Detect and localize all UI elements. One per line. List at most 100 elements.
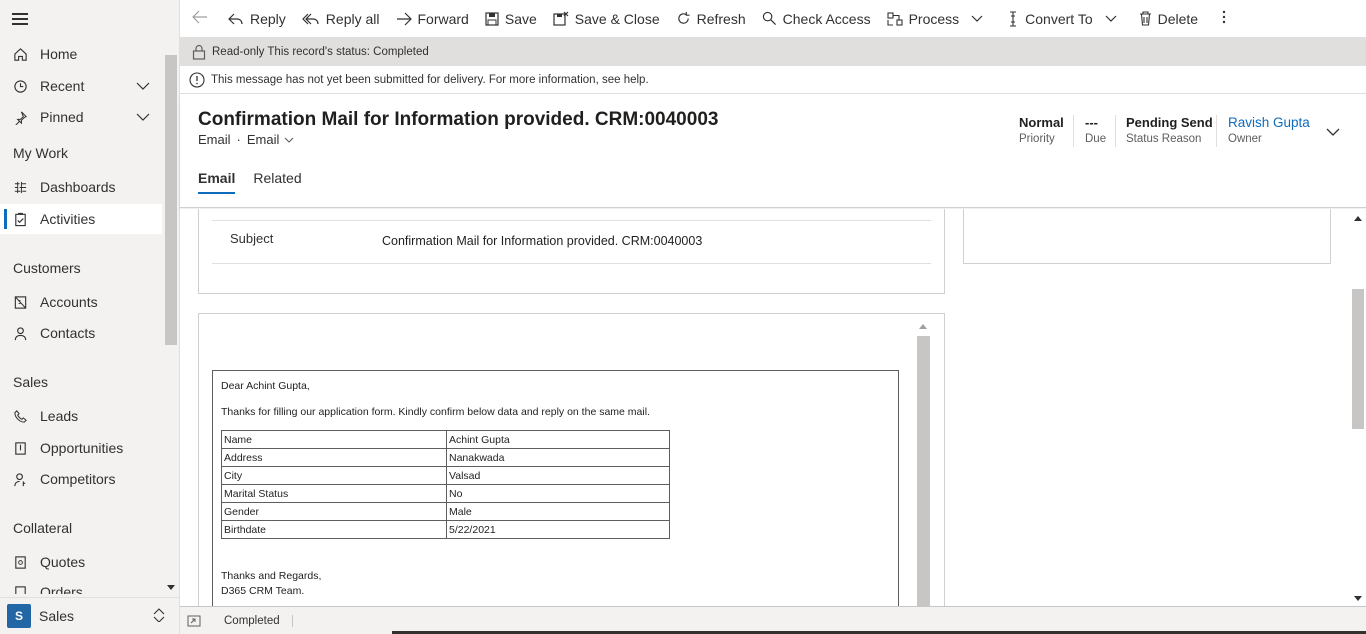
sidebar-item-pinned[interactable]: Pinned [0,102,162,132]
sidebar-item-opportunities[interactable]: Opportunities [0,433,162,463]
clipboard-icon [12,211,28,227]
due-label: Due [1085,133,1107,145]
table-row: Address Nanakwada [221,448,670,467]
more-commands-button[interactable] [1214,0,1234,38]
reply-all-label: Reply all [325,10,380,27]
document-icon [12,440,28,456]
record-status: Completed [224,614,293,627]
order-icon [12,584,28,594]
refresh-button[interactable]: Refresh [668,0,754,38]
pin-icon [12,109,28,125]
table-cell-value: No [446,484,670,503]
sidebar-item-dashboards[interactable]: Dashboards [0,172,162,202]
table-cell-key: Address [221,448,447,467]
table-cell-value: Nanakwada [446,448,670,467]
scroll-down-arrow-icon[interactable] [167,585,175,590]
owner-label: Owner [1228,133,1262,145]
area-switcher[interactable]: S Sales [0,597,180,634]
header-divider [1073,115,1074,147]
sidebar-item-label: Contacts [40,325,96,341]
sidebar-item-home[interactable]: Home [0,39,162,69]
sidebar-item-leads[interactable]: Leads [0,401,162,431]
scroll-up-arrow-icon[interactable] [1354,216,1362,221]
info-icon [189,71,205,88]
sidebar-item-activities[interactable]: Activities [0,204,162,234]
scroll-down-arrow-icon[interactable] [1354,596,1362,601]
table-cell-value: 5/22/2021 [446,520,670,539]
email-body-scrollbar[interactable] [916,319,931,606]
header-field-due: --- Due [1085,115,1106,145]
open-in-new-window-icon[interactable] [187,615,201,627]
sidebar-item-orders[interactable]: Orders [0,578,162,594]
forward-button[interactable]: Forward [388,0,477,38]
save-icon [485,11,499,26]
group-sales: Sales [13,374,49,390]
status-footer: Completed [180,606,1366,634]
sidebar-item-recent[interactable]: Recent [0,71,162,101]
record-header: Confirmation Mail for Information provid… [180,95,1366,208]
priority-label: Priority [1019,133,1055,145]
lock-icon [192,44,206,60]
form-scrollbar[interactable] [1350,209,1366,606]
hamburger-menu-icon[interactable] [12,13,28,25]
save-button[interactable]: Save [477,0,545,38]
subject-value[interactable]: Confirmation Mail for Information provid… [382,234,702,248]
chevron-down-icon[interactable] [284,137,294,143]
reply-all-button[interactable]: Reply all [294,0,388,38]
sidebar-item-label: Leads [40,408,79,424]
check-access-button[interactable]: Check Access [754,0,879,38]
sidebar-item-label: Activities [40,211,96,227]
save-label: Save [504,10,537,27]
tab-email[interactable]: Email [198,170,236,194]
chevron-up-down-icon[interactable] [152,608,166,625]
status-reason-label: Status Reason [1126,133,1202,145]
process-button[interactable]: Process [879,0,992,38]
sidebar-item-accounts[interactable]: Accounts [0,287,162,317]
back-button[interactable] [180,0,220,38]
reply-button[interactable]: Reply [220,0,294,38]
record-title: Confirmation Mail for Information provid… [198,109,719,130]
sidebar-item-quotes[interactable]: Quotes [0,547,162,577]
convert-to-button[interactable]: Convert To [999,0,1124,38]
sidebar-item-contacts[interactable]: Contacts [0,318,162,348]
area-label: Sales [39,608,75,624]
person-key-icon [12,471,28,487]
table-row: Gender Male [221,502,670,521]
header-field-priority: Normal Priority [1019,115,1064,145]
quote-icon [12,554,28,570]
table-cell-key: Gender [221,502,447,521]
scrollbar-thumb[interactable] [165,55,177,345]
email-signature-block: Thanks and Regards, D365 CRM Team. [221,569,890,599]
subject-row: Subject Confirmation Mail for Informatio… [212,220,931,264]
sitemap-sidebar: Home Recent Pinned My Work Dashboards Ac… [0,0,180,634]
sidebar-item-label: Competitors [40,471,116,487]
tab-related[interactable]: Related [253,170,301,194]
table-cell-value: Valsad [446,466,670,485]
delete-label: Delete [1157,10,1199,27]
status-reason-value: Pending Send [1126,115,1213,130]
side-section [963,209,1331,264]
owner-link[interactable]: Ravish Gupta [1228,115,1310,130]
sidebar-item-label: Accounts [40,294,98,310]
sidebar-item-competitors[interactable]: Competitors [0,464,162,494]
table-row: City Valsad [221,466,670,485]
delete-button[interactable]: Delete [1131,0,1206,38]
table-cell-value: Male [446,502,670,521]
reply-all-icon [301,12,320,26]
entity-name: Email [198,132,231,147]
scroll-up-arrow-icon[interactable] [919,324,927,329]
scrollbar-thumb[interactable] [917,336,930,606]
chevron-down-icon [1105,15,1117,23]
delivery-notification: This message has not yet been submitted … [180,66,1366,94]
scrollbar-thumb[interactable] [1352,289,1364,429]
group-customers: Customers [13,260,81,276]
sidebar-item-label: Opportunities [40,440,124,456]
chevron-down-icon[interactable] [136,110,150,127]
form-selector[interactable]: Email [247,132,280,147]
form-tabs: Email Related [198,170,320,194]
header-expand-chevron-icon[interactable] [1326,125,1340,140]
save-close-button[interactable]: Save & Close [545,0,668,38]
chevron-down-icon[interactable] [136,79,150,96]
email-body-frame: Dear Achint Gupta, Thanks for filling ou… [212,370,899,606]
sidebar-scrollbar[interactable] [163,40,179,594]
